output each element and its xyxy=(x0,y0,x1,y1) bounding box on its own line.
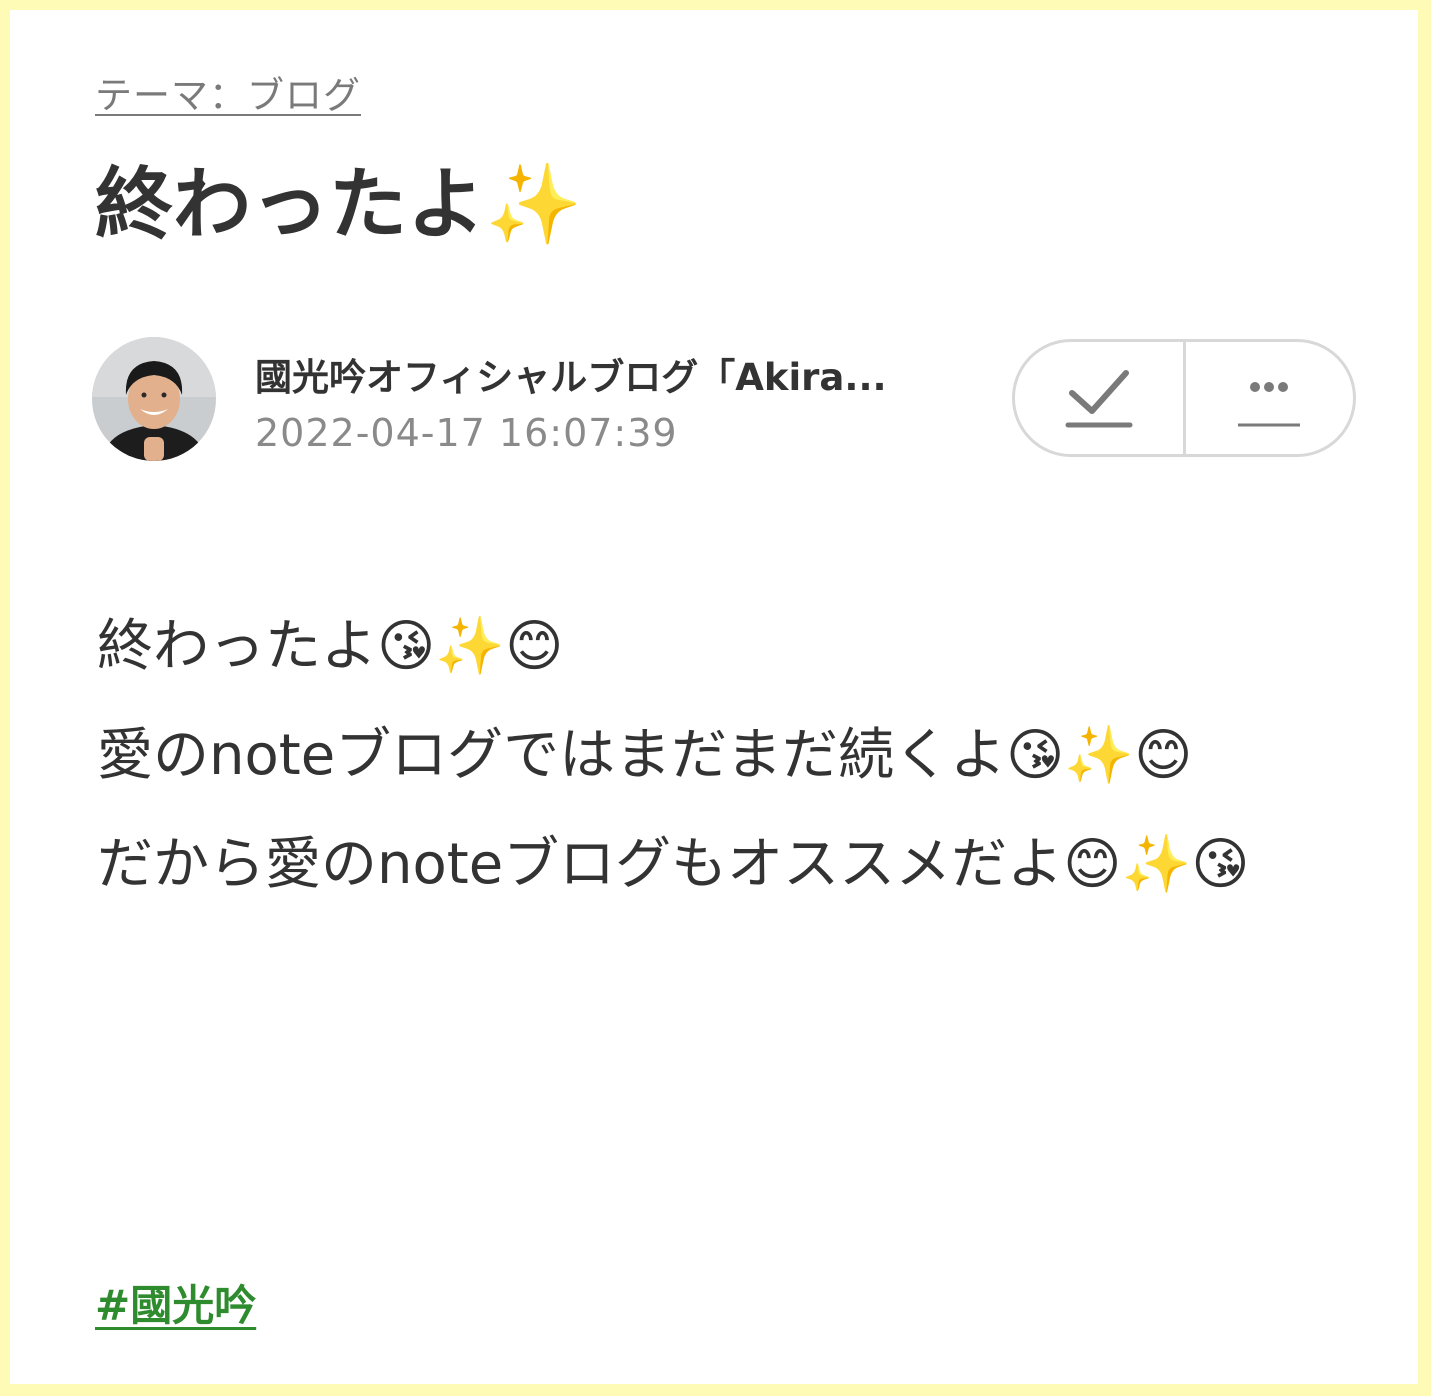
author-info: 國光吟オフィシャルブログ「Akira... 2022-04-17 16:07:3… xyxy=(92,335,1362,463)
author-name[interactable]: 國光吟オフィシャルブログ「Akira... xyxy=(255,347,970,401)
avatar-photo-icon xyxy=(92,337,216,461)
check-button[interactable] xyxy=(1015,342,1183,454)
more-button[interactable] xyxy=(1186,342,1354,454)
body-line: 愛のnoteブログではまだまだ続くよ😘✨😊 xyxy=(97,723,1193,788)
post-date: 2022-04-17 16:07:39 xyxy=(255,411,678,455)
check-icon xyxy=(1065,370,1133,428)
article-body: 終わったよ😘✨😊 愛のnoteブログではまだまだ続くよ😘✨😊 だから愛のnote… xyxy=(97,592,1337,919)
author-avatar[interactable] xyxy=(92,337,216,461)
hashtag-link[interactable]: #國光吟 xyxy=(95,1272,256,1333)
article-card: テーマ：ブログ 終わったよ✨ 國光吟オフィシャルブログ「Akira... 202… xyxy=(10,10,1418,1384)
body-line: 終わったよ😘✨😊 xyxy=(97,614,564,679)
body-line: だから愛のnoteブログもオススメだよ😊✨😘 xyxy=(97,832,1250,897)
action-button-group xyxy=(1012,339,1356,457)
article-title: 終わったよ✨ xyxy=(95,160,583,250)
more-icon xyxy=(1238,382,1301,427)
theme-link[interactable]: テーマ：ブログ xyxy=(95,65,361,119)
